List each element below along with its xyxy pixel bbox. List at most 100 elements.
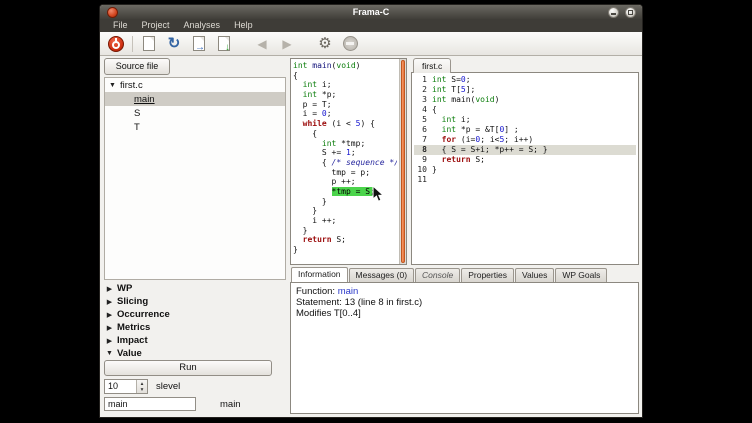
new-file-icon — [143, 36, 155, 51]
plugin-wp[interactable]: ▶ WP — [104, 282, 286, 295]
stop-icon — [343, 36, 358, 51]
forward-icon: ▶ — [282, 37, 291, 51]
desktop-background: Frama-C File Project Analyses Help ↻ — [0, 0, 752, 423]
back-icon: ◀ — [257, 37, 266, 51]
bottom-tabs-bar: Information Messages (0) Console Propert… — [290, 267, 639, 282]
tab-wp-goals[interactable]: WP Goals — [555, 268, 607, 282]
plugin-label: Value — [117, 348, 142, 359]
cil-code-panel: int main(void){ int i; int *p; p = T; i … — [290, 58, 407, 265]
load-session-button[interactable]: → — [188, 34, 210, 54]
menu-project[interactable]: Project — [135, 19, 177, 32]
maximize-button[interactable] — [625, 7, 636, 18]
tree-item-label: S — [134, 108, 140, 119]
tab-information[interactable]: Information — [291, 267, 348, 282]
cil-code-view[interactable]: int main(void){ int i; int *p; p = T; i … — [293, 61, 397, 262]
plugin-label: Impact — [117, 335, 148, 346]
tree-item-main[interactable]: main — [105, 92, 285, 106]
cil-scrollbar-thumb[interactable] — [401, 60, 405, 263]
function-label: Function: — [296, 286, 338, 297]
plugin-occurrence[interactable]: ▶ Occurrence — [104, 308, 286, 321]
power-icon — [108, 36, 124, 52]
slevel-label: slevel — [156, 381, 180, 392]
tree-item-first-c[interactable]: ▼ first.c — [105, 78, 285, 92]
cil-scrollbar[interactable] — [399, 59, 406, 264]
source-frame: 1int S=0;2int T[5];3int main(void)4{5 in… — [411, 72, 639, 265]
spin-down-icon[interactable]: ▾ — [141, 387, 144, 393]
plugin-impact[interactable]: ▶ Impact — [104, 334, 286, 347]
slevel-row: 10 ▴ ▾ slevel — [104, 379, 180, 394]
back-button[interactable]: ◀ — [251, 34, 273, 54]
main-function-row: main main — [104, 397, 241, 411]
tab-properties[interactable]: Properties — [461, 268, 514, 282]
expander-icon: ▶ — [105, 298, 114, 306]
toolbar-separator — [132, 36, 133, 52]
titlebar-buttons — [608, 7, 636, 18]
maximize-icon — [628, 10, 633, 15]
expander-icon: ▶ — [105, 285, 114, 293]
slevel-spinner[interactable]: 10 ▴ ▾ — [104, 379, 148, 394]
save-session-icon: ↓ — [218, 36, 230, 51]
new-session-button[interactable] — [138, 34, 160, 54]
expander-icon: ▼ — [105, 350, 114, 357]
menu-analyses[interactable]: Analyses — [177, 19, 228, 32]
plugin-metrics[interactable]: ▶ Metrics — [104, 321, 286, 334]
preferences-button[interactable]: ⚙ — [314, 34, 336, 54]
close-button[interactable] — [107, 7, 118, 18]
plugin-value[interactable]: ▼ Value — [104, 347, 286, 360]
reload-button[interactable]: ↻ — [163, 34, 185, 54]
tab-values[interactable]: Values — [515, 268, 554, 282]
plugins-list: ▶ WP ▶ Slicing ▶ Occurrence ▶ Metrics — [104, 282, 286, 360]
menu-file[interactable]: File — [106, 19, 135, 32]
tree-root-label: first.c — [120, 80, 143, 91]
mouse-cursor — [372, 185, 385, 203]
plugin-slicing[interactable]: ▶ Slicing — [104, 295, 286, 308]
tree-item-label: main — [134, 94, 155, 105]
tree-item-label: T — [134, 122, 140, 133]
tab-messages[interactable]: Messages (0) — [349, 268, 415, 282]
slevel-value: 10 — [108, 381, 118, 391]
information-panel: Function: main Statement: 13 (line 8 in … — [290, 282, 639, 414]
tab-console[interactable]: Console — [415, 268, 460, 282]
main-content: Source file ▼ first.c main S T — [100, 56, 642, 417]
stop-button[interactable] — [339, 34, 361, 54]
sidebar: Source file ▼ first.c main S T — [104, 58, 286, 414]
plugin-label: Occurrence — [117, 309, 170, 320]
source-code-view[interactable]: 1int S=0;2int T[5];3int main(void)4{5 in… — [414, 75, 636, 262]
run-button[interactable]: Run — [104, 360, 272, 376]
main-function-label: main — [220, 399, 241, 410]
gear-icon: ⚙ — [318, 36, 331, 52]
plugin-label: Slicing — [117, 296, 148, 307]
source-tab-label: first.c — [422, 61, 442, 71]
plugin-label: WP — [117, 283, 132, 294]
bottom-panel: Information Messages (0) Console Propert… — [290, 267, 639, 414]
tree-item-s[interactable]: S — [105, 106, 285, 120]
window-title: Frama-C — [100, 5, 642, 19]
function-link[interactable]: main — [338, 286, 359, 297]
source-panel: first.c 1int S=0;2int T[5];3int main(voi… — [411, 58, 639, 265]
main-input-value: main — [108, 399, 128, 409]
menu-bar: File Project Analyses Help — [100, 19, 642, 32]
quit-button[interactable] — [105, 34, 127, 54]
source-tab-first-c[interactable]: first.c — [413, 58, 451, 73]
minimize-button[interactable] — [608, 7, 619, 18]
modifies-info: Modifies T[0..4] — [296, 308, 633, 319]
expander-icon: ▼ — [108, 82, 117, 89]
expander-icon: ▶ — [105, 324, 114, 332]
expander-icon: ▶ — [105, 337, 114, 345]
toolbar: ↻ → ↓ ◀ ▶ ⚙ — [100, 32, 642, 56]
statement-info: Statement: 13 (line 8 in first.c) — [296, 297, 633, 308]
titlebar[interactable]: Frama-C — [100, 5, 642, 19]
spinner-buttons[interactable]: ▴ ▾ — [136, 380, 147, 393]
menu-help[interactable]: Help — [227, 19, 260, 32]
minimize-icon — [611, 13, 616, 15]
forward-button[interactable]: ▶ — [276, 34, 298, 54]
tree-item-t[interactable]: T — [105, 120, 285, 134]
save-session-button[interactable]: ↓ — [213, 34, 235, 54]
expander-icon: ▶ — [105, 311, 114, 319]
source-file-button[interactable]: Source file — [104, 58, 170, 75]
plugin-label: Metrics — [117, 322, 150, 333]
frama-c-window: Frama-C File Project Analyses Help ↻ — [99, 4, 643, 418]
main-function-input[interactable]: main — [104, 397, 196, 411]
file-tree: ▼ first.c main S T — [104, 77, 286, 280]
function-line: Function: main — [296, 286, 633, 297]
